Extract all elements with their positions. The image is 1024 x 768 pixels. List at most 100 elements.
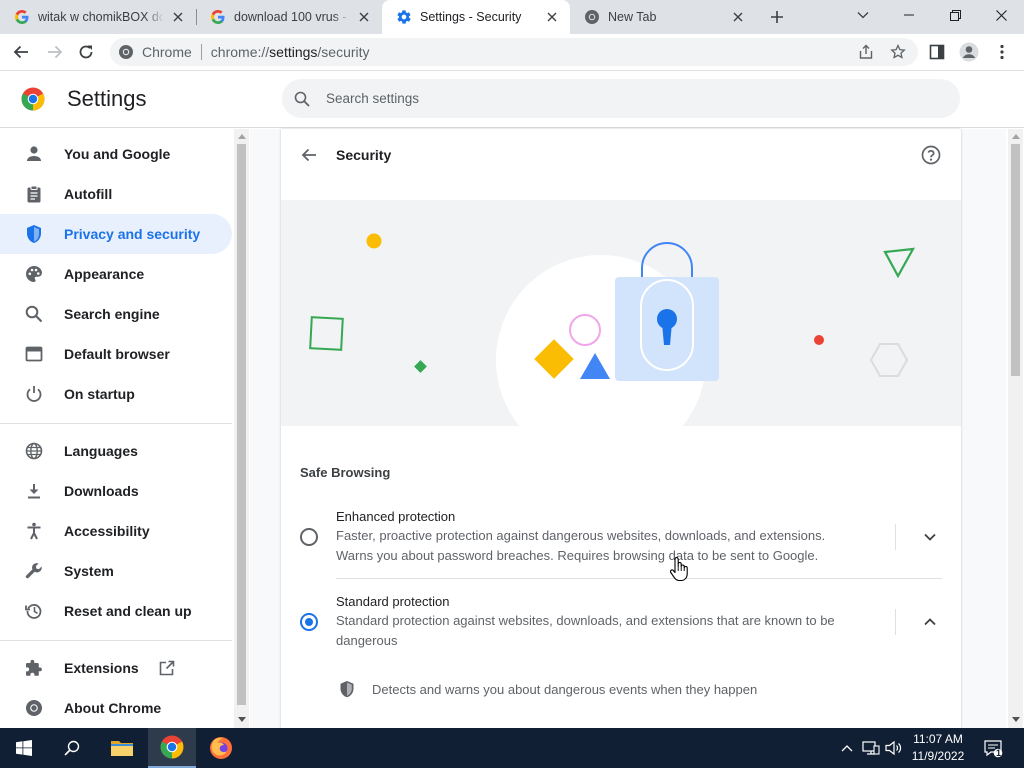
- site-info-chip[interactable]: Chrome: [118, 44, 192, 60]
- sidebar-item-search-engine[interactable]: Search engine: [0, 294, 232, 334]
- more-vert-icon: [1000, 44, 1004, 60]
- menu-button[interactable]: [987, 37, 1017, 67]
- page-title: Settings: [67, 86, 147, 111]
- new-tab-button[interactable]: [764, 4, 790, 30]
- close-icon[interactable]: [168, 7, 188, 27]
- restore-button[interactable]: [932, 0, 978, 30]
- chrome-icon: [160, 735, 184, 759]
- sidebar-item-reset-and-clean-up[interactable]: Reset and clean up: [0, 591, 232, 631]
- sidebar-item-on-startup[interactable]: On startup: [0, 374, 232, 414]
- sidebar-item-system[interactable]: System: [0, 551, 232, 591]
- show-hidden-icons-button[interactable]: [838, 728, 856, 768]
- forward-button[interactable]: [40, 37, 70, 67]
- sidebar-item-label: About Chrome: [64, 700, 162, 716]
- taskbar-clock[interactable]: 11:07 AM 11/9/2022: [904, 731, 972, 765]
- option-enhanced-protection[interactable]: Enhanced protection Faster, proactive pr…: [281, 507, 961, 579]
- address-bar[interactable]: Chrome chrome://settings/security: [110, 38, 918, 66]
- minimize-button[interactable]: [886, 0, 932, 30]
- enhanced-protection-radio[interactable]: [300, 528, 318, 546]
- taskbar-search-button[interactable]: [48, 728, 96, 768]
- sidebar-item-label: Downloads: [64, 483, 139, 499]
- clock-date: 11/9/2022: [911, 749, 965, 763]
- start-button[interactable]: [0, 728, 48, 768]
- history-icon: [24, 601, 44, 621]
- power-icon: [24, 384, 44, 404]
- scroll-down-arrow-icon[interactable]: [234, 713, 249, 725]
- windows-logo-icon: [16, 740, 32, 756]
- nav-divider: [0, 640, 232, 641]
- scroll-down-arrow-icon[interactable]: [1008, 713, 1023, 725]
- main-scrollbar[interactable]: [1008, 129, 1023, 728]
- download-icon: [24, 481, 44, 501]
- share-button[interactable]: [851, 37, 881, 67]
- bookmark-button[interactable]: [883, 37, 913, 67]
- url-text: chrome://settings/security: [211, 44, 370, 60]
- sidebar-item-autofill[interactable]: Autofill: [0, 174, 232, 214]
- option-standard-protection[interactable]: Standard protection Standard protection …: [281, 592, 961, 652]
- search-icon: [64, 740, 80, 756]
- close-icon[interactable]: [354, 7, 374, 27]
- close-icon[interactable]: [728, 7, 748, 27]
- sidebar-item-accessibility[interactable]: Accessibility: [0, 511, 232, 551]
- scrollbar-thumb[interactable]: [237, 144, 246, 705]
- green-triangle-icon: [883, 247, 915, 279]
- tab-new-tab[interactable]: New Tab: [570, 0, 756, 34]
- tab-download[interactable]: download 100 vrus - Go: [196, 0, 382, 34]
- arrow-right-icon: [48, 45, 63, 59]
- search-box[interactable]: [282, 79, 960, 118]
- sidebar-item-extensions[interactable]: Extensions: [0, 648, 232, 688]
- minimize-icon: [904, 14, 914, 16]
- volume-button[interactable]: [883, 728, 905, 768]
- arrow-left-icon: [13, 45, 28, 59]
- sidebar-item-appearance[interactable]: Appearance: [0, 254, 232, 294]
- tab-settings-security[interactable]: Settings - Security: [382, 0, 570, 34]
- shield-icon: [24, 224, 44, 244]
- back-button[interactable]: [6, 37, 36, 67]
- sidebar-item-downloads[interactable]: Downloads: [0, 471, 232, 511]
- side-panel-icon: [929, 44, 945, 60]
- sidebar-item-label: Accessibility: [64, 523, 150, 539]
- network-button[interactable]: [860, 728, 882, 768]
- collapse-chevron-up-icon[interactable]: [920, 612, 940, 632]
- scrollbar-thumb[interactable]: [1011, 144, 1020, 376]
- file-explorer-button[interactable]: [98, 728, 146, 768]
- tab-witak[interactable]: witak w chomikBOX do: [0, 0, 196, 34]
- url-host: settings: [269, 44, 318, 60]
- help-icon[interactable]: [921, 145, 941, 165]
- security-card: Security Safe Browsing Enhanced protecti…: [281, 129, 961, 728]
- sidebar-item-about-chrome[interactable]: About Chrome: [0, 688, 232, 728]
- action-center-button[interactable]: 1: [980, 728, 1006, 768]
- clipboard-icon: [24, 184, 44, 204]
- green-diamond-icon: [414, 360, 427, 373]
- expand-chevron-down-icon[interactable]: [920, 527, 940, 547]
- reload-button[interactable]: [71, 37, 101, 67]
- sidebar-item-languages[interactable]: Languages: [0, 431, 232, 471]
- open-in-new-icon: [158, 659, 176, 677]
- sidebar: You and Google Autofill Privacy and secu…: [0, 129, 234, 728]
- standard-protection-radio[interactable]: [300, 613, 318, 631]
- close-window-button[interactable]: [978, 0, 1024, 30]
- search-input[interactable]: [326, 91, 926, 106]
- option-description: Standard protection against websites, do…: [336, 613, 835, 648]
- security-illustration: [281, 200, 961, 426]
- firefox-taskbar-button[interactable]: [197, 728, 245, 768]
- close-icon[interactable]: [542, 7, 562, 27]
- sidebar-item-privacy-and-security[interactable]: Privacy and security: [0, 214, 232, 254]
- sidebar-scrollbar[interactable]: [234, 129, 249, 728]
- avatar-icon: [959, 42, 979, 62]
- tab-search-button[interactable]: [840, 0, 886, 30]
- side-panel-button[interactable]: [922, 37, 952, 67]
- scroll-up-arrow-icon[interactable]: [1008, 130, 1023, 142]
- chrome-taskbar-button[interactable]: [148, 728, 196, 768]
- option-divider: [895, 524, 896, 550]
- chrome-icon: [584, 9, 600, 25]
- yellow-dot-icon: [366, 233, 382, 249]
- profile-button[interactable]: [954, 37, 984, 67]
- sidebar-item-default-browser[interactable]: Default browser: [0, 334, 232, 374]
- google-icon: [14, 9, 30, 25]
- sidebar-item-you-and-google[interactable]: You and Google: [0, 134, 232, 174]
- option-label: Enhanced protection: [336, 509, 456, 524]
- person-icon: [24, 144, 44, 164]
- back-arrow-button[interactable]: [299, 145, 319, 165]
- scroll-up-arrow-icon[interactable]: [234, 130, 249, 142]
